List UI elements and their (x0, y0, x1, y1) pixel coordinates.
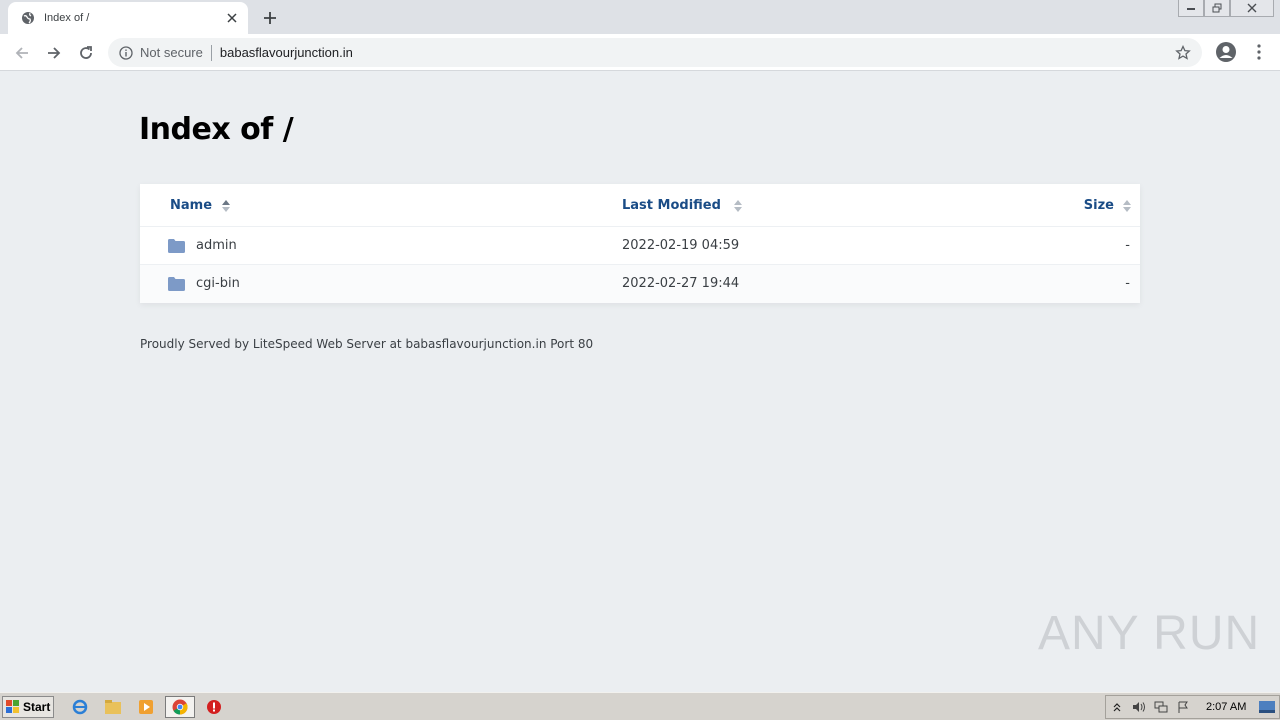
browser-titlebar: Index of / (0, 0, 1280, 34)
restore-button[interactable] (1204, 0, 1230, 17)
file-explorer-icon[interactable] (104, 698, 122, 716)
network-icon[interactable] (1153, 699, 1169, 715)
security-alert-icon[interactable] (205, 698, 223, 716)
action-center-flag-icon[interactable] (1175, 699, 1191, 715)
profile-avatar-icon[interactable] (1214, 40, 1238, 64)
forward-icon[interactable] (41, 40, 67, 66)
close-window-button[interactable] (1230, 0, 1274, 17)
security-label: Not secure (140, 45, 203, 60)
taskbar: Start 2:07 AM (0, 692, 1280, 720)
browser-menu-icon[interactable] (1250, 41, 1268, 63)
sort-arrows-icon (222, 199, 231, 212)
browser-toolbar: Not secure babasflavourjunction.in (0, 34, 1280, 71)
system-tray: 2:07 AM (1105, 695, 1280, 719)
table-row[interactable]: admin 2022-02-19 04:59 - (140, 227, 1140, 265)
server-footer: Proudly Served by LiteSpeed Web Server a… (140, 337, 594, 351)
start-label: Start (23, 700, 51, 714)
reload-icon[interactable] (73, 40, 99, 66)
url-text[interactable]: babasflavourjunction.in (220, 45, 353, 60)
info-icon[interactable] (118, 45, 134, 61)
sort-arrows-icon (1123, 199, 1131, 212)
sort-by-size[interactable]: Size (1084, 198, 1131, 213)
table-row[interactable]: cgi-bin 2022-02-27 19:44 - (140, 265, 1140, 303)
chrome-icon (171, 698, 189, 716)
entry-name[interactable]: cgi-bin (196, 276, 240, 291)
name-column-label: Name (170, 198, 213, 213)
volume-icon[interactable] (1131, 699, 1147, 715)
folder-icon (168, 239, 185, 253)
close-tab-icon[interactable] (222, 8, 242, 28)
folder-icon (168, 277, 185, 291)
show-desktop-icon[interactable] (1259, 699, 1276, 715)
page-content: Index of / Name Last Modified Size admin… (0, 72, 1280, 692)
globe-icon (20, 10, 36, 26)
tab-title: Index of / (44, 12, 90, 24)
internet-explorer-icon[interactable] (71, 698, 89, 716)
browser-tab[interactable]: Index of / (8, 2, 248, 34)
bookmark-star-icon[interactable] (1174, 44, 1192, 62)
listing-header: Name Last Modified Size (140, 184, 1140, 227)
entry-name[interactable]: admin (196, 238, 237, 253)
omnibox-separator (210, 44, 212, 61)
entry-modified: 2022-02-19 04:59 (622, 238, 740, 253)
sort-arrows-icon (733, 199, 742, 212)
media-player-icon[interactable] (137, 698, 155, 716)
back-icon[interactable] (9, 40, 35, 66)
window-controls (1178, 0, 1274, 17)
page-title: Index of / (139, 112, 294, 147)
entry-size: - (1125, 238, 1130, 253)
new-tab-button[interactable] (258, 6, 282, 30)
minimize-button[interactable] (1178, 0, 1204, 17)
directory-listing: Name Last Modified Size admin 2022-02-19… (140, 184, 1140, 303)
size-column-label: Size (1083, 198, 1114, 213)
entry-modified: 2022-02-27 19:44 (622, 276, 740, 291)
anyrun-watermark: ANY RUN (1038, 607, 1261, 660)
taskbar-clock[interactable]: 2:07 AM (1206, 701, 1246, 713)
entry-size: - (1125, 276, 1130, 291)
modified-column-label: Last Modified (622, 198, 721, 213)
address-bar[interactable]: Not secure babasflavourjunction.in (108, 38, 1202, 67)
windows-logo-icon (6, 700, 19, 713)
start-button[interactable]: Start (2, 696, 54, 718)
sort-by-modified[interactable]: Last Modified (622, 198, 742, 213)
show-hidden-icons-icon[interactable] (1109, 699, 1125, 715)
sort-by-name[interactable]: Name (170, 198, 231, 213)
